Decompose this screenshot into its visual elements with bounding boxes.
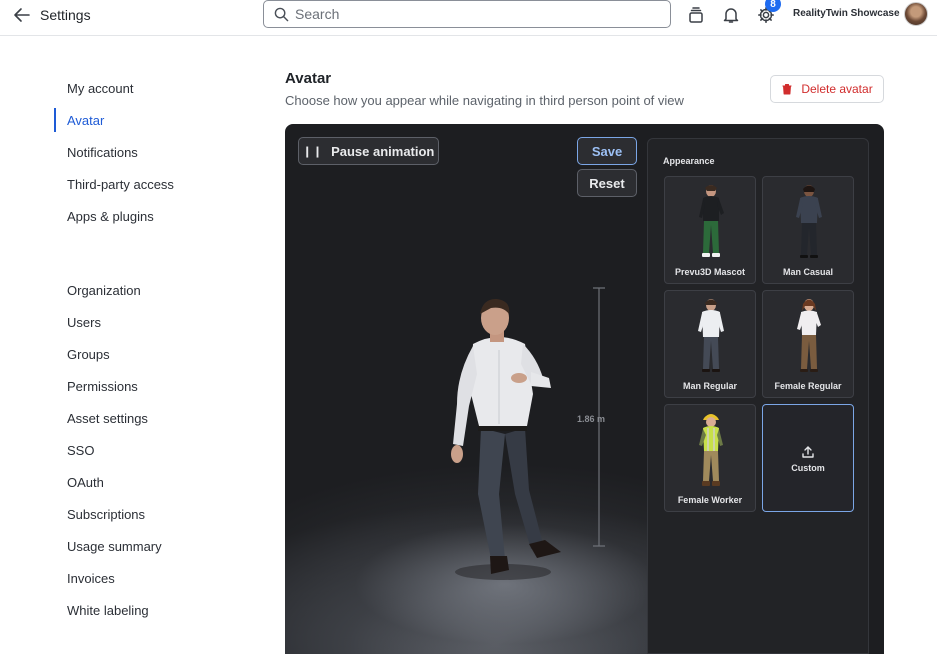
height-measure-label: 1.86 m	[577, 414, 606, 424]
appearance-title: Appearance	[663, 156, 715, 166]
bell-icon	[723, 8, 739, 23]
avatar-option-female-regular[interactable]: Female Regular	[762, 290, 854, 398]
avatar-option-man-casual[interactable]: Man Casual	[762, 176, 854, 284]
notifications-button[interactable]	[720, 4, 742, 26]
sidebar-item-avatar[interactable]: Avatar	[67, 113, 104, 128]
avatar-option-prevu3d-mascot[interactable]: Prevu3D Mascot	[664, 176, 756, 284]
avatar-option-label: Female Worker	[677, 495, 743, 505]
user-avatar[interactable]	[904, 2, 928, 26]
sidebar-item-my-account[interactable]: My account	[67, 81, 133, 96]
avatar-thumbnail	[699, 414, 723, 486]
search-box[interactable]	[263, 0, 671, 28]
avatar-viewer[interactable]: ❙❙ Pause animation Save Reset 1.86 m App…	[285, 124, 884, 654]
stack-button[interactable]	[685, 4, 707, 26]
sidebar-item-asset-settings[interactable]: Asset settings	[67, 411, 148, 426]
avatar-option-label: Man Casual	[782, 267, 833, 277]
trash-icon	[782, 84, 792, 95]
save-button[interactable]: Save	[577, 137, 637, 165]
delete-avatar-label: Delete avatar	[801, 82, 873, 96]
avatar-figure	[451, 298, 561, 580]
search-icon	[274, 7, 289, 21]
avatar-thumbnail	[698, 299, 724, 372]
avatar-option-label: Prevu3D Mascot	[674, 267, 746, 277]
sidebar-item-permissions[interactable]: Permissions	[67, 379, 138, 394]
sidebar-item-oauth[interactable]: OAuth	[67, 475, 104, 490]
sidebar-item-sso[interactable]: SSO	[67, 443, 94, 458]
organization-name[interactable]: RealityTwin Showcase	[793, 8, 900, 19]
layers-icon	[689, 7, 703, 23]
page-subtitle: Choose how you appear while navigating i…	[285, 93, 684, 108]
pause-icon: ❙❙	[302, 145, 324, 158]
pause-animation-button[interactable]: ❙❙ Pause animation	[298, 137, 439, 165]
upload-icon	[802, 446, 814, 458]
avatar-option-man-regular[interactable]: Man Regular	[664, 290, 756, 398]
sidebar-item-third-party-access[interactable]: Third-party access	[67, 177, 174, 192]
page-title: Avatar	[285, 70, 332, 87]
pause-animation-label: Pause animation	[331, 143, 435, 159]
sidebar-item-subscriptions[interactable]: Subscriptions	[67, 507, 145, 522]
sidebar-item-organization[interactable]: Organization	[67, 283, 141, 298]
search-input[interactable]	[295, 6, 655, 22]
top-bar: Settings 8 RealityTwin Showcase	[0, 0, 937, 36]
avatar-option-custom[interactable]: Custom	[762, 404, 854, 512]
back-button[interactable]: Settings	[12, 5, 91, 25]
sidebar-item-groups[interactable]: Groups	[67, 347, 110, 362]
appearance-panel: Appearance Prevu3D Mascot Man Casual Man…	[647, 138, 869, 654]
avatar-option-label: Man Regular	[682, 381, 737, 391]
delete-avatar-button[interactable]: Delete avatar	[770, 75, 884, 103]
sidebar-item-white-labeling[interactable]: White labeling	[67, 603, 149, 618]
avatar-option-label: Female Regular	[774, 381, 842, 391]
avatar-thumbnail	[797, 299, 821, 372]
avatar-option-label: Custom	[791, 463, 825, 473]
avatar-option-female-worker[interactable]: Female Worker	[664, 404, 756, 512]
sidebar-item-notifications[interactable]: Notifications	[67, 145, 138, 160]
sidebar-active-indicator	[54, 108, 56, 132]
avatar-thumbnail	[699, 185, 724, 257]
sidebar-item-apps-plugins[interactable]: Apps & plugins	[67, 209, 154, 224]
sidebar-item-invoices[interactable]: Invoices	[67, 571, 115, 586]
avatar-thumbnail	[796, 185, 822, 258]
notification-count-badge: 8	[765, 0, 781, 12]
reset-button[interactable]: Reset	[577, 169, 637, 197]
arrow-left-icon	[14, 8, 30, 22]
sidebar-item-users[interactable]: Users	[67, 315, 101, 330]
sidebar-item-usage-summary[interactable]: Usage summary	[67, 539, 162, 554]
back-label: Settings	[40, 7, 91, 23]
